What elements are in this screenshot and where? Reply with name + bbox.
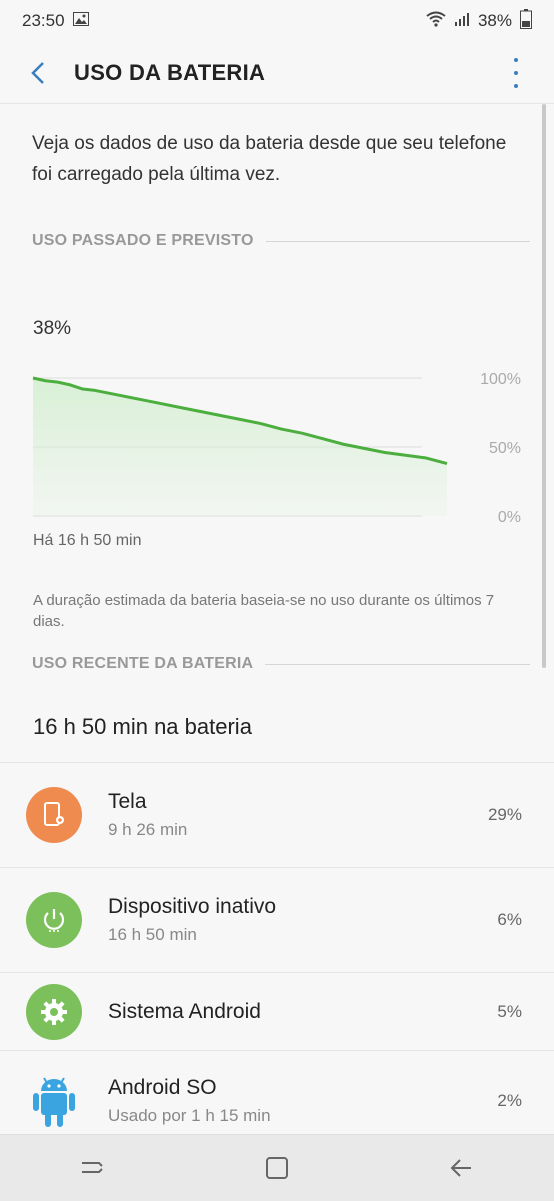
- list-item-tela[interactable]: Tela 9 h 26 min 29%: [0, 762, 554, 867]
- section-recent-usage: USO RECENTE DA BATERIA: [32, 655, 530, 673]
- status-bar: 23:50 38%: [0, 0, 554, 42]
- back-arrow-icon: [450, 1159, 471, 1177]
- wifi-icon: [426, 11, 446, 32]
- battery-usage-chart: 100% 50% 0%: [32, 371, 521, 526]
- item-percent: 6%: [497, 910, 522, 929]
- item-percent: 29%: [487, 805, 522, 824]
- android-icon: [26, 1073, 82, 1129]
- list-item-sistema-android[interactable]: Sistema Android 5%: [0, 972, 554, 1050]
- more-vert-icon: [514, 58, 518, 62]
- item-name: Android SO: [108, 1075, 217, 1099]
- recents-button[interactable]: [62, 1143, 122, 1193]
- gallery-notification-icon: [72, 11, 89, 31]
- item-name: Sistema Android: [108, 999, 261, 1023]
- recents-icon: [82, 1162, 104, 1173]
- y-tick-label: 50%: [489, 440, 521, 457]
- divider: [265, 663, 530, 665]
- chevron-left-icon: [31, 61, 44, 84]
- item-duration: 9 h 26 min: [108, 820, 188, 839]
- navigation-bar: [0, 1134, 554, 1201]
- battery-percent: 38%: [477, 11, 512, 30]
- signal-icon: [454, 11, 470, 32]
- item-duration: 16 h 50 min: [108, 925, 197, 944]
- y-tick-label: 0%: [498, 509, 521, 526]
- item-percent: 5%: [497, 1001, 522, 1021]
- back-button[interactable]: [24, 59, 52, 87]
- item-percent: 2%: [497, 1090, 522, 1110]
- chart-start-label: Há 16 h 50 min: [33, 532, 142, 549]
- time-on-battery: 16 h 50 min na bateria: [33, 714, 252, 739]
- home-icon: [265, 1157, 288, 1179]
- section-label: USO PASSADO E PREVISTO: [32, 232, 254, 249]
- list-item-dispositivo-inativo[interactable]: Dispositivo inativo 16 h 50 min 6%: [0, 867, 554, 972]
- back-nav-button[interactable]: [432, 1143, 492, 1193]
- divider: [265, 240, 530, 242]
- power-icon: [26, 892, 82, 948]
- status-time: 23:50: [22, 11, 65, 30]
- battery-icon: [520, 8, 532, 34]
- item-name: Dispositivo inativo: [108, 895, 277, 918]
- screen-icon: [26, 787, 82, 843]
- page-title: USO DA BATERIA: [74, 59, 266, 85]
- home-button[interactable]: [247, 1143, 307, 1193]
- app-usage-list: Tela 9 h 26 min 29% Dispositivo inativo …: [0, 762, 554, 1150]
- item-duration: Usado por 1 h 15 min: [108, 1105, 271, 1125]
- current-battery-level: 38%: [33, 318, 72, 339]
- section-label: USO RECENTE DA BATERIA: [32, 655, 254, 672]
- section-past-usage: USO PASSADO E PREVISTO: [32, 232, 530, 250]
- gear-icon: [26, 983, 82, 1040]
- app-bar: USO DA BATERIA: [0, 42, 554, 104]
- item-name: Tela: [108, 790, 147, 813]
- more-options-button[interactable]: [504, 58, 528, 88]
- intro-text: Veja os dados de uso da bateria desde qu…: [32, 133, 507, 185]
- estimate-note: A duração estimada da bateria baseia-se …: [33, 592, 495, 630]
- y-tick-label: 100%: [480, 371, 521, 388]
